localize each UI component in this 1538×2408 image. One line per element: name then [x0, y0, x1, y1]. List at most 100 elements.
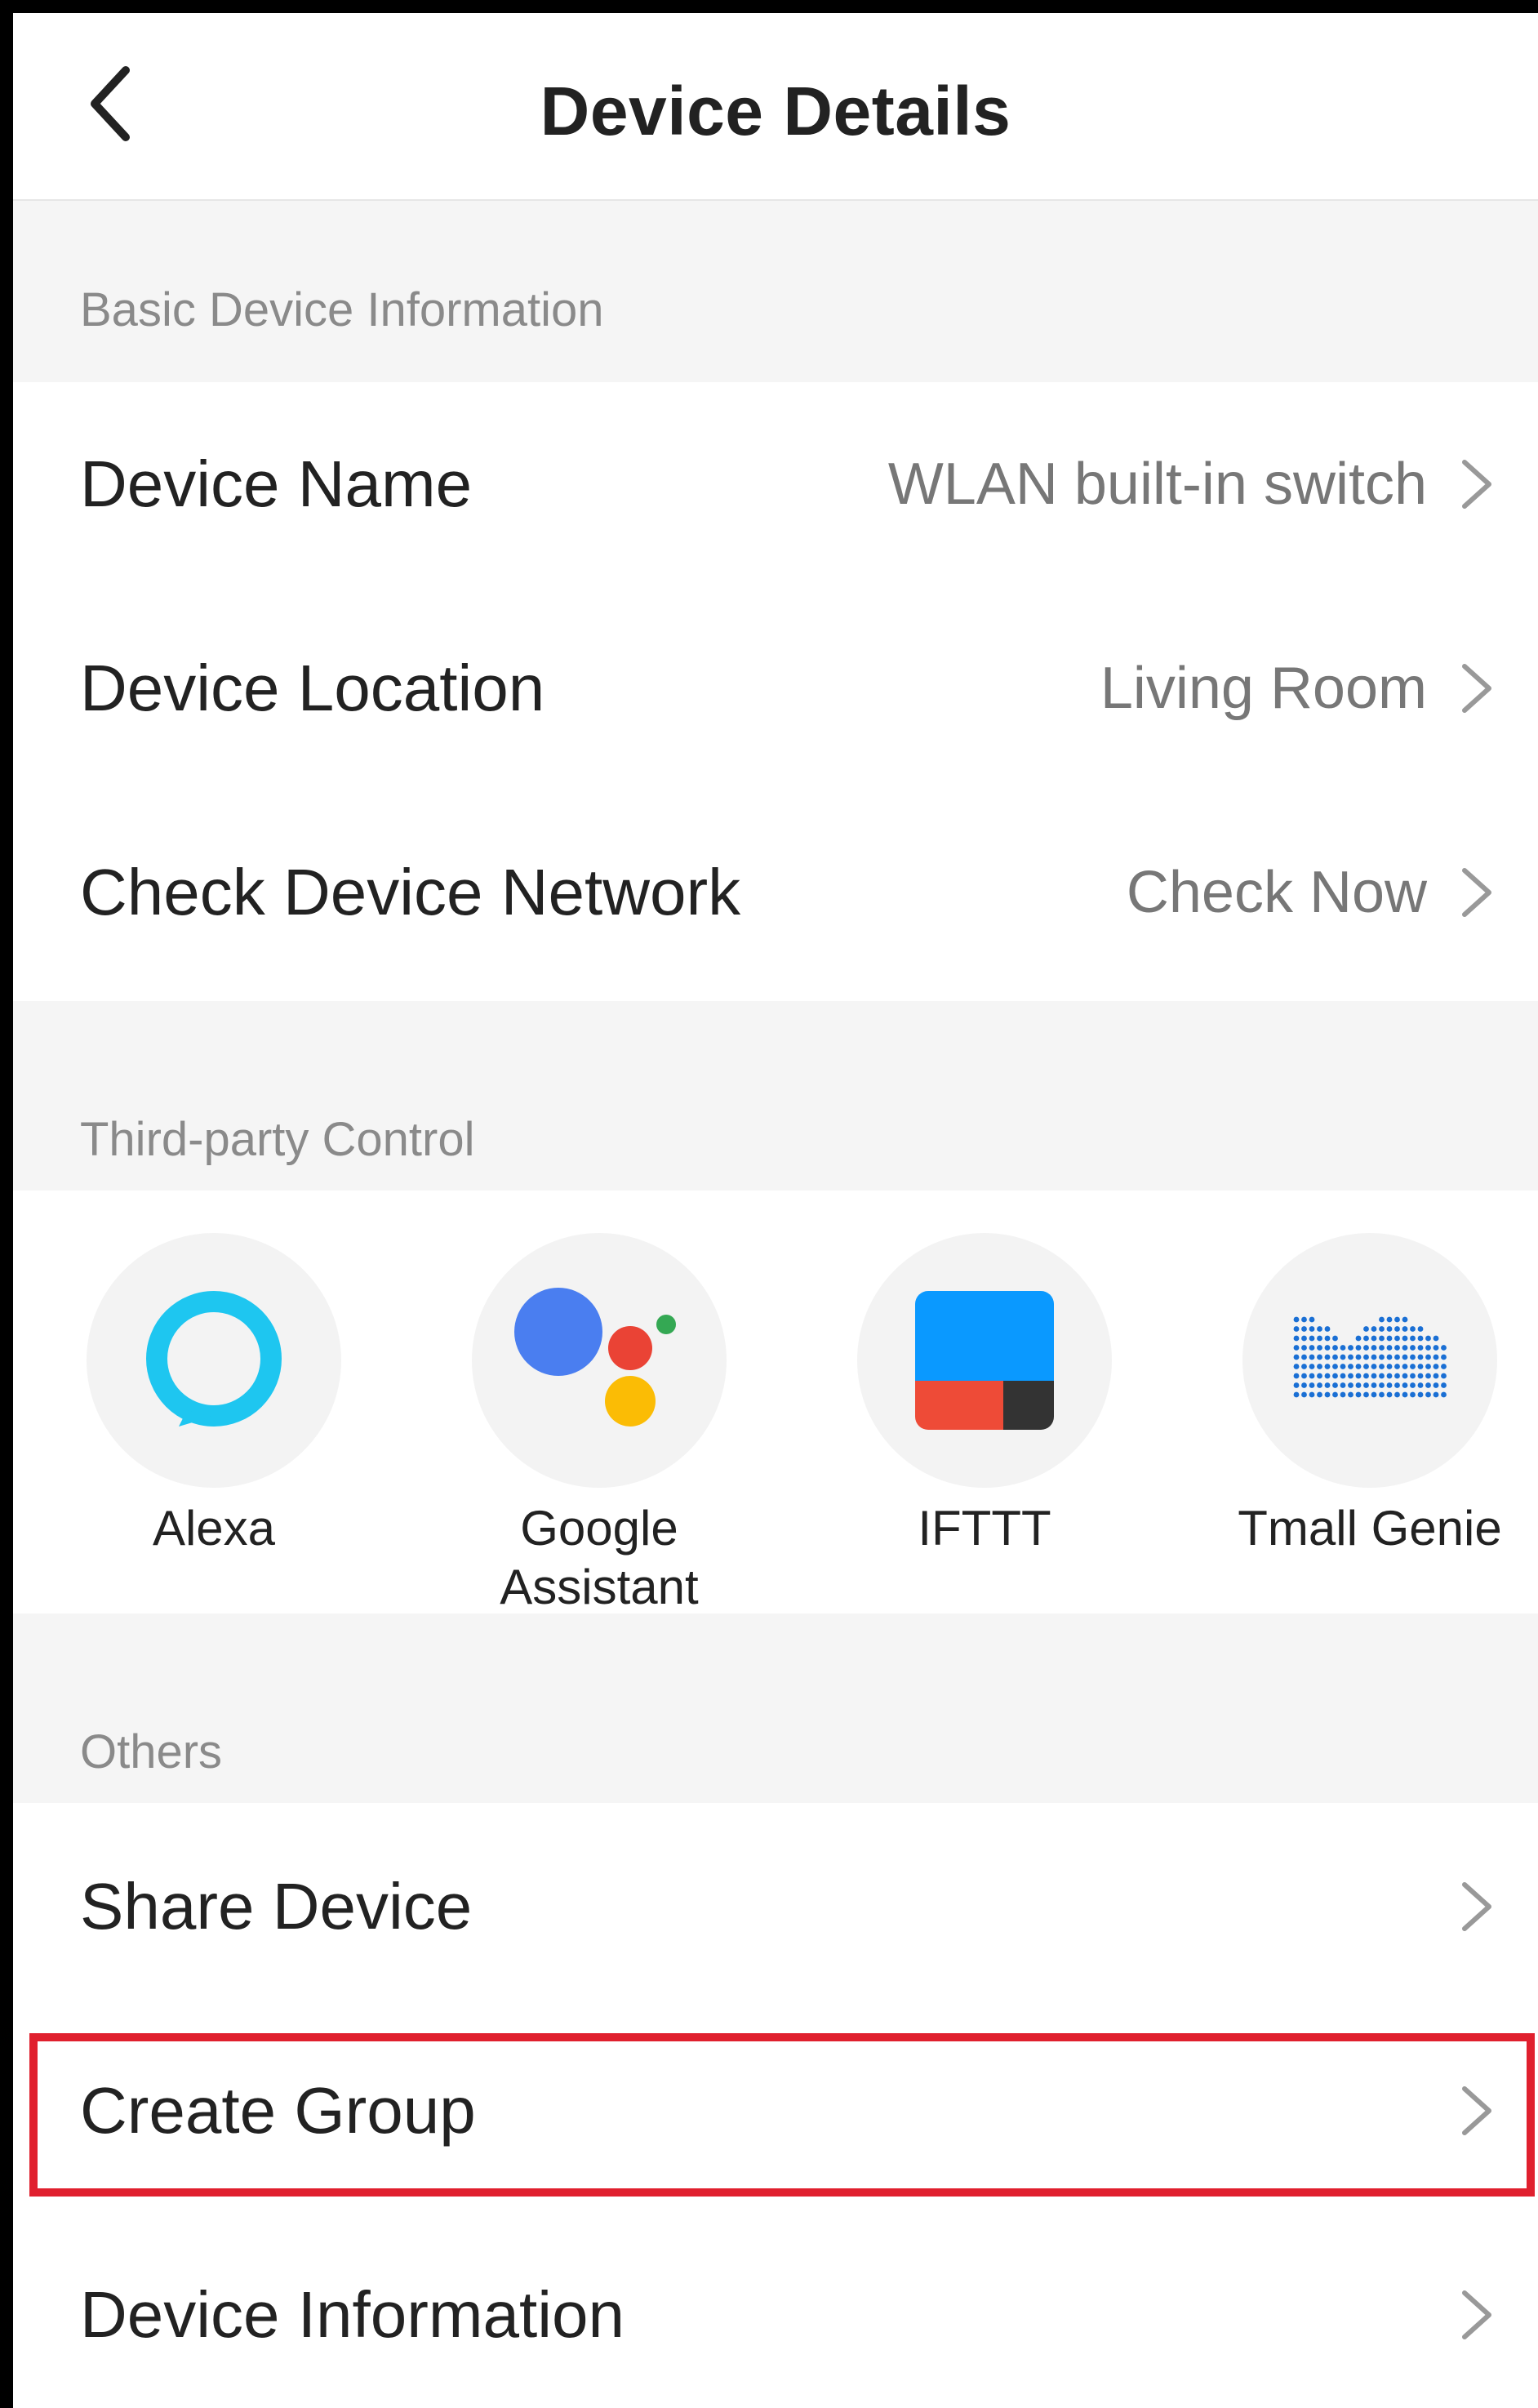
- tmall-dot: [1317, 1326, 1322, 1332]
- tmall-dot: [1340, 1345, 1346, 1351]
- chevron-right-icon: [1462, 2290, 1491, 2339]
- tmall-dot: [1410, 1326, 1416, 1332]
- tmall-dot: [1433, 1373, 1439, 1379]
- tmall-dot: [1348, 1382, 1354, 1388]
- tmall-dot: [1340, 1354, 1346, 1360]
- tmall-dot: [1363, 1373, 1369, 1379]
- chevron-right-icon: [1462, 868, 1491, 917]
- alexa-item[interactable]: Alexa: [67, 1233, 361, 1558]
- tmall-dot: [1355, 1354, 1362, 1360]
- tmall-dot: [1379, 1345, 1385, 1351]
- tmall-dot: [1379, 1382, 1385, 1388]
- tmall-dot: [1309, 1345, 1315, 1351]
- tmall-dot: [1355, 1345, 1362, 1351]
- alexa-label: Alexa: [152, 1501, 276, 1556]
- tmall-dot: [1402, 1373, 1408, 1379]
- section-title-basic: Basic Device Information: [80, 283, 604, 336]
- section-title-others: Others: [80, 1725, 223, 1778]
- tmall-dot: [1441, 1382, 1447, 1388]
- tmall-dot: [1324, 1382, 1331, 1388]
- check-network-row[interactable]: Check Device Network Check Now: [13, 790, 1538, 995]
- tmall-dot: [1293, 1345, 1300, 1351]
- tmall-dot: [1301, 1373, 1307, 1379]
- tmall-dot: [1386, 1335, 1393, 1342]
- tmall-dot: [1402, 1364, 1408, 1369]
- tmall-dot: [1317, 1345, 1322, 1351]
- tmall-dot: [1394, 1345, 1400, 1351]
- google-assistant-label-line2: Assistant: [500, 1560, 699, 1614]
- tmall-dot: [1324, 1373, 1331, 1379]
- tmall-dot: [1363, 1354, 1369, 1360]
- tmall-dot: [1394, 1373, 1400, 1379]
- tmall-dot: [1332, 1364, 1338, 1369]
- tmall-dot: [1324, 1326, 1331, 1332]
- create-group-label: Create Group: [80, 2074, 476, 2147]
- tmall-dot: [1425, 1335, 1431, 1342]
- tmall-genie-label: Tmall Genie: [1238, 1501, 1502, 1556]
- tmall-dot: [1324, 1335, 1331, 1342]
- tmall-dot: [1379, 1326, 1385, 1332]
- tmall-dot: [1425, 1345, 1431, 1351]
- tmall-dot: [1293, 1382, 1300, 1388]
- google-assistant-item[interactable]: Google Assistant: [452, 1233, 746, 1617]
- ifttt-icon-wrap: [857, 1233, 1112, 1488]
- tmall-dot: [1363, 1364, 1369, 1369]
- tmall-dot: [1293, 1316, 1300, 1323]
- tmall-dot: [1386, 1316, 1393, 1323]
- tmall-dot: [1309, 1326, 1315, 1332]
- device-location-label: Device Location: [80, 652, 545, 724]
- tmall-dot: [1410, 1345, 1416, 1351]
- tmall-dot: [1441, 1373, 1447, 1379]
- tmall-dot: [1324, 1364, 1331, 1369]
- tmall-dot: [1425, 1354, 1431, 1360]
- tmall-dot: [1371, 1373, 1377, 1379]
- tmall-dot: [1317, 1373, 1322, 1379]
- tmall-dot: [1348, 1364, 1354, 1369]
- device-name-label: Device Name: [80, 447, 473, 520]
- tmall-dot: [1425, 1391, 1431, 1398]
- tmall-dot: [1324, 1354, 1331, 1360]
- tmall-dot: [1317, 1335, 1322, 1342]
- tmall-dot: [1402, 1326, 1408, 1332]
- alexa-icon-wrap: [87, 1233, 341, 1488]
- page-title: Device Details: [540, 73, 1011, 149]
- tmall-dot: [1425, 1382, 1431, 1388]
- device-location-row[interactable]: Device Location Living Room: [13, 586, 1538, 790]
- tmall-dot: [1410, 1335, 1416, 1342]
- share-device-row[interactable]: Share Device: [13, 1805, 1538, 2009]
- tmall-dot: [1402, 1345, 1408, 1351]
- tmall-dot: [1355, 1391, 1362, 1398]
- tmall-dot: [1379, 1391, 1385, 1398]
- chevron-right-icon: [1462, 1882, 1491, 1931]
- tmall-dot: [1410, 1382, 1416, 1388]
- tmall-dot: [1379, 1364, 1385, 1369]
- create-group-row[interactable]: Create Group: [13, 2009, 1538, 2213]
- device-name-row[interactable]: Device Name WLAN built-in switch: [13, 382, 1538, 586]
- alexa-icon: [146, 1291, 282, 1427]
- tmall-dot: [1355, 1373, 1362, 1379]
- tmall-dot: [1332, 1391, 1338, 1398]
- ifttt-icon: [915, 1291, 1054, 1430]
- tmall-dot: [1340, 1364, 1346, 1369]
- google-assistant-label: Google Assistant: [452, 1499, 746, 1617]
- check-network-value: Check Now: [1126, 860, 1427, 925]
- tmall-dot: [1371, 1335, 1377, 1342]
- tmall-dot: [1293, 1326, 1300, 1332]
- tmall-dot: [1293, 1364, 1300, 1369]
- tmall-dot: [1402, 1391, 1408, 1398]
- tmall-dot: [1355, 1364, 1362, 1369]
- tmall-dot: [1417, 1382, 1424, 1388]
- tmall-genie-item[interactable]: Tmall Genie: [1223, 1233, 1517, 1558]
- google-assistant-label-line1: Google: [520, 1501, 678, 1556]
- tmall-dot: [1379, 1316, 1385, 1323]
- tmall-dot: [1332, 1354, 1338, 1360]
- tmall-dot: [1433, 1391, 1439, 1398]
- tmall-dot: [1317, 1391, 1322, 1398]
- device-information-row[interactable]: Device Information: [13, 2213, 1538, 2408]
- tmall-dot: [1309, 1316, 1315, 1323]
- tmall-dot: [1394, 1364, 1400, 1369]
- tmall-dot: [1363, 1335, 1369, 1342]
- tmall-dot: [1402, 1382, 1408, 1388]
- ifttt-item[interactable]: IFTTT: [838, 1233, 1131, 1558]
- tmall-dot: [1410, 1364, 1416, 1369]
